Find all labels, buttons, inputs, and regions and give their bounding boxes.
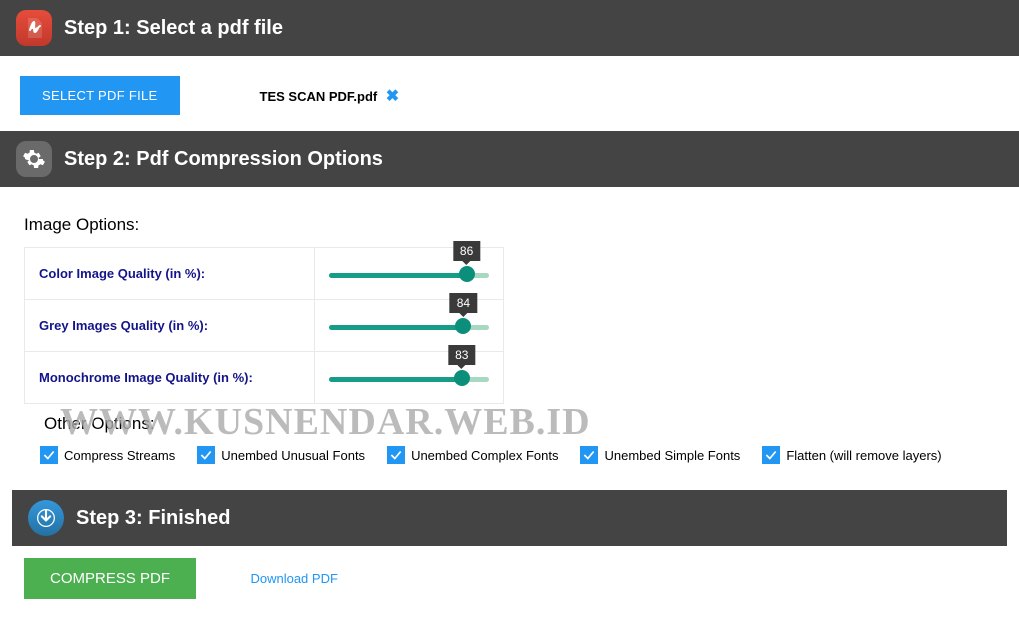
slider-row: Monochrome Image Quality (in %): 83 xyxy=(25,352,504,404)
slider-thumb[interactable] xyxy=(454,370,470,386)
quality-slider[interactable]: 84 xyxy=(329,321,489,331)
gear-icon xyxy=(16,141,52,177)
checkbox-row: Compress Streams Unembed Unusual Fonts Une… xyxy=(20,446,999,464)
filename-label: TES SCAN PDF.pdf xyxy=(260,89,378,104)
checkbox-item: Unembed Complex Fonts xyxy=(387,446,558,464)
step3-title: Step 3: Finished xyxy=(76,507,230,530)
download-pdf-link[interactable]: Download PDF xyxy=(250,571,337,586)
selected-file: TES SCAN PDF.pdf ✖ xyxy=(260,86,400,106)
checkbox[interactable] xyxy=(40,446,58,464)
checkbox-label: Unembed Complex Fonts xyxy=(411,448,558,463)
checkbox[interactable] xyxy=(762,446,780,464)
download-icon xyxy=(28,500,64,536)
quality-slider[interactable]: 86 xyxy=(329,269,489,279)
slider-value-badge: 83 xyxy=(448,345,475,365)
slider-thumb[interactable] xyxy=(459,266,475,282)
other-options-heading: Other Options: xyxy=(44,414,999,434)
step2-header: Step 2: Pdf Compression Options xyxy=(0,131,1019,187)
slider-row: Grey Images Quality (in %): 84 xyxy=(25,300,504,352)
step2-body: Image Options: Color Image Quality (in %… xyxy=(0,199,1019,490)
image-options-heading: Image Options: xyxy=(24,215,999,235)
checkbox-item: Flatten (will remove layers) xyxy=(762,446,941,464)
slider-label: Color Image Quality (in %): xyxy=(25,248,315,300)
checkbox[interactable] xyxy=(197,446,215,464)
checkbox-label: Unembed Unusual Fonts xyxy=(221,448,365,463)
remove-file-icon[interactable]: ✖ xyxy=(386,88,399,105)
step1-header: Step 1: Select a pdf file xyxy=(0,0,1019,56)
step3-body: COMPRESS PDF Download PDF xyxy=(0,546,1019,611)
checkbox[interactable] xyxy=(580,446,598,464)
checkbox-label: Flatten (will remove layers) xyxy=(786,448,941,463)
checkbox-item: Unembed Unusual Fonts xyxy=(197,446,365,464)
step1-title: Step 1: Select a pdf file xyxy=(64,17,283,40)
slider-value-badge: 84 xyxy=(450,293,477,313)
checkbox[interactable] xyxy=(387,446,405,464)
sliders-table: Color Image Quality (in %): 86 Grey Images… xyxy=(24,247,504,404)
compress-pdf-button[interactable]: COMPRESS PDF xyxy=(24,558,196,599)
slider-thumb[interactable] xyxy=(455,318,471,334)
step2-title: Step 2: Pdf Compression Options xyxy=(64,148,383,171)
slider-label: Monochrome Image Quality (in %): xyxy=(25,352,315,404)
pdf-icon xyxy=(16,10,52,46)
select-pdf-button[interactable]: SELECT PDF FILE xyxy=(20,76,180,115)
step3-header: Step 3: Finished xyxy=(12,490,1007,546)
step1-body: SELECT PDF FILE TES SCAN PDF.pdf ✖ xyxy=(0,68,1019,131)
slider-row: Color Image Quality (in %): 86 xyxy=(25,248,504,300)
slider-label: Grey Images Quality (in %): xyxy=(25,300,315,352)
checkbox-item: Unembed Simple Fonts xyxy=(580,446,740,464)
checkbox-label: Unembed Simple Fonts xyxy=(604,448,740,463)
checkbox-item: Compress Streams xyxy=(40,446,175,464)
slider-cell: 83 xyxy=(315,352,504,404)
checkbox-label: Compress Streams xyxy=(64,448,175,463)
slider-value-badge: 86 xyxy=(453,241,480,261)
quality-slider[interactable]: 83 xyxy=(329,373,489,383)
